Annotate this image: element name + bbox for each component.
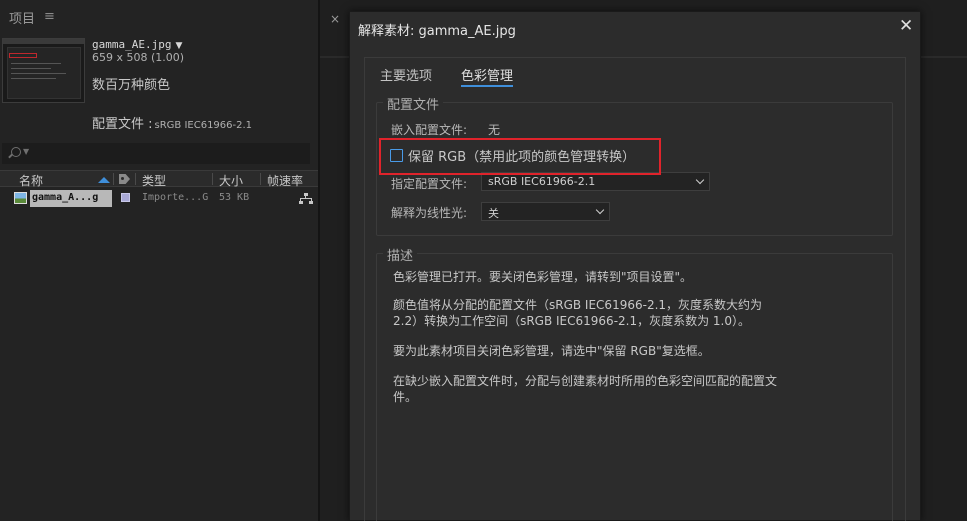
- flowchart-icon[interactable]: [299, 193, 313, 204]
- interpret-footage-dialog: 解释素材: gamma_AE.jpg ✕ 主要选项 色彩管理 配置文件 嵌入配置…: [349, 11, 921, 521]
- embedded-profile-value: 无: [488, 123, 501, 137]
- footage-dimensions: 659 x 508 (1.00): [92, 51, 185, 64]
- close-icon[interactable]: ×: [330, 12, 340, 26]
- row-type: Importe...G: [142, 192, 209, 203]
- close-icon[interactable]: ✕: [899, 18, 913, 35]
- linear-light-value: 关: [488, 207, 499, 220]
- hamburger-menu-icon[interactable]: ≡: [44, 9, 55, 24]
- description-legend: 描述: [383, 245, 418, 264]
- column-type[interactable]: 类型: [142, 172, 166, 189]
- description-paragraph: 在缺少嵌入配置文件时，分配与创建素材时所用的色彩空间匹配的配置文件。: [393, 374, 778, 404]
- project-search-input[interactable]: ▼: [2, 143, 310, 164]
- description-paragraph: 色彩管理已打开。要关闭色彩管理，请转到"项目设置"。: [393, 270, 693, 284]
- label-tag-icon[interactable]: [119, 174, 130, 184]
- description-paragraph: 颜色值将从分配的配置文件（sRGB IEC61966-2.1，灰度系数大约为 2…: [393, 298, 763, 328]
- column-size[interactable]: 大小: [219, 172, 243, 189]
- assign-profile-label: 指定配置文件:: [391, 177, 468, 191]
- project-panel: 项目 ≡ gamma_AE.jpg ▼ 659 x 508 (1.00) 数百万种…: [0, 0, 318, 521]
- linear-light-label: 解释为线性光:: [391, 206, 468, 220]
- preserve-rgb-checkbox[interactable]: [390, 149, 403, 162]
- chevron-down-icon: [595, 205, 605, 215]
- assign-profile-value: sRGB IEC61966-2.1: [488, 175, 596, 188]
- footage-name[interactable]: gamma_AE.jpg ▼: [92, 38, 182, 51]
- search-options-caret-icon[interactable]: ▼: [23, 147, 29, 156]
- description-paragraph: 要为此素材项目关闭色彩管理，请选中"保留 RGB"复选框。: [393, 344, 710, 358]
- column-header-row: 名称 类型 大小 帧速率: [0, 170, 318, 189]
- tab-color-management[interactable]: 色彩管理: [461, 65, 514, 87]
- footage-profile: 配置文件 : sRGB IEC61966-2.1: [92, 113, 252, 132]
- dropdown-arrow-icon[interactable]: ▼: [175, 41, 182, 51]
- chevron-down-icon: [695, 175, 705, 185]
- embedded-profile-label: 嵌入配置文件:: [391, 123, 468, 137]
- footage-profile-value: sRGB IEC61966-2.1: [154, 120, 253, 131]
- column-name[interactable]: 名称: [19, 172, 43, 189]
- sort-ascending-icon[interactable]: [98, 177, 110, 183]
- profile-group-legend: 配置文件: [383, 94, 444, 113]
- dialog-title: 解释素材: gamma_AE.jpg: [358, 24, 516, 39]
- table-row[interactable]: gamma_A...g Importe...G 53 KB: [0, 190, 318, 207]
- description-group: 描述 色彩管理已打开。要关闭色彩管理，请转到"项目设置"。 颜色值将从分配的配置…: [376, 245, 893, 521]
- assign-profile-select[interactable]: sRGB IEC61966-2.1: [481, 172, 710, 191]
- footage-name-text: gamma_AE.jpg: [92, 38, 172, 51]
- tab-main-options[interactable]: 主要选项: [380, 65, 432, 84]
- label-color-chip[interactable]: [121, 193, 130, 202]
- footage-profile-label: 配置文件 :: [92, 117, 153, 132]
- linear-light-select[interactable]: 关: [481, 202, 610, 221]
- column-framerate[interactable]: 帧速率: [267, 172, 303, 189]
- footage-color-depth: 数百万种颜色: [92, 78, 171, 93]
- row-name: gamma_A...g: [30, 190, 112, 207]
- preserve-rgb-checkbox-row[interactable]: 保留 RGB（禁用此项的颜色管理转换）: [390, 146, 635, 165]
- project-tab[interactable]: 项目: [9, 8, 35, 27]
- footage-thumbnail: [2, 38, 85, 103]
- preserve-rgb-label: 保留 RGB（禁用此项的颜色管理转换）: [408, 150, 636, 165]
- search-icon: [11, 147, 21, 157]
- row-size: 53 KB: [219, 192, 250, 203]
- image-file-icon: [14, 192, 27, 204]
